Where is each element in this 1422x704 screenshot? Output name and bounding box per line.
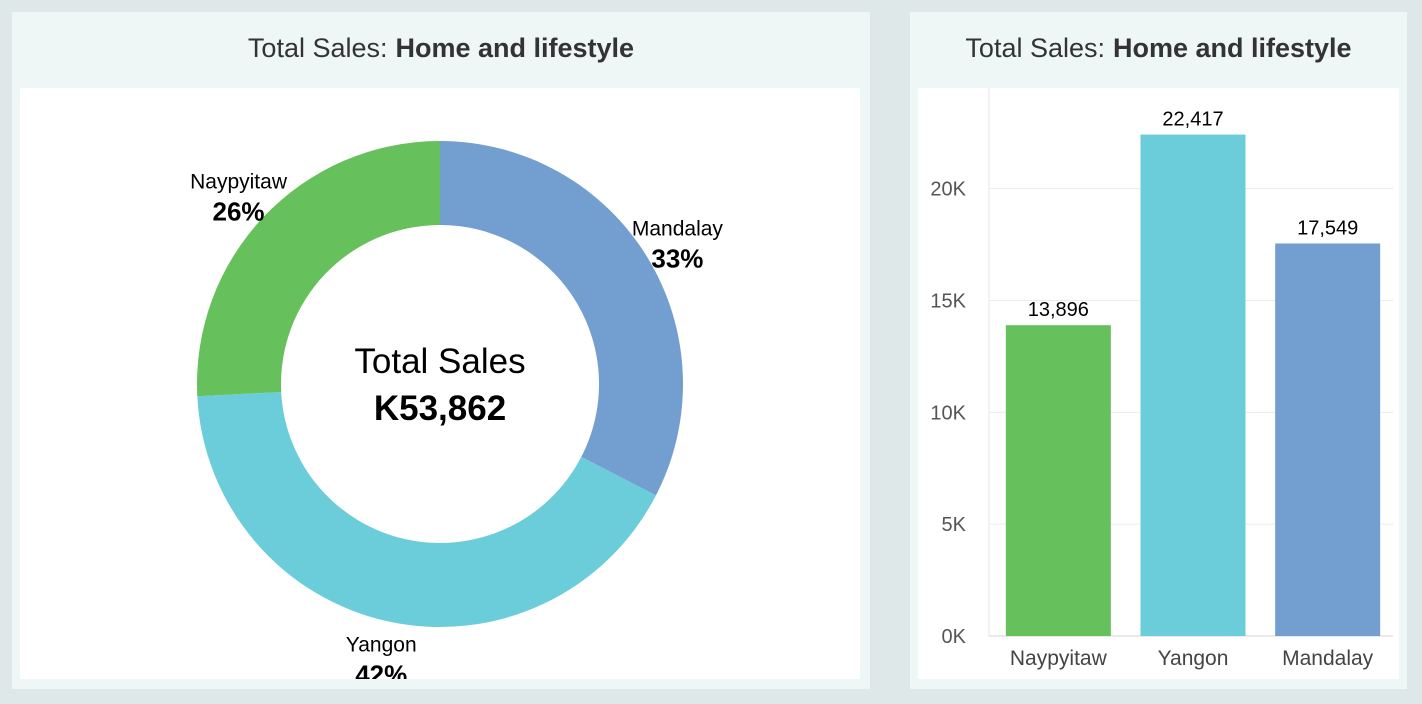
donut-title-category: Home and lifestyle bbox=[395, 32, 635, 63]
y-tick-label: 0K bbox=[942, 626, 967, 648]
bar-mandalay[interactable] bbox=[1275, 243, 1381, 636]
bar-chart-panel: Total Sales: Home and lifestyle 0K 5K 10K 1… bbox=[910, 12, 1407, 689]
x-tick-label: Mandalay bbox=[1282, 647, 1374, 670]
donut-label-mandalay: Mandalay bbox=[632, 217, 724, 240]
donut-label-yangon: Yangon bbox=[346, 634, 417, 657]
donut-center-label: Total Sales bbox=[354, 342, 525, 381]
donut-center-value: K53,862 bbox=[374, 389, 506, 428]
bar-chart-area: 0K 5K 10K 15K 20K 13,896 22,417 17,549 Naypyit… bbox=[918, 88, 1399, 679]
x-tick-label: Naypyitaw bbox=[1010, 647, 1108, 670]
bar-chart-title: Total Sales: Home and lifestyle bbox=[910, 12, 1407, 84]
bar-title-prefix: Total Sales: bbox=[965, 32, 1105, 63]
donut-percent-mandalay: 33% bbox=[651, 243, 703, 273]
donut-title-prefix: Total Sales: bbox=[247, 32, 388, 63]
bar-value-label: 17,549 bbox=[1297, 217, 1358, 239]
donut-chart-panel: Total Sales: Home and lifestyle Mandalay… bbox=[12, 12, 870, 689]
y-tick-label: 15K bbox=[930, 290, 966, 312]
donut-chart-title: Total Sales: Home and lifestyle bbox=[12, 12, 870, 84]
y-tick-label: 10K bbox=[930, 402, 966, 424]
donut-chart: Mandalay 33% Yangon 42% Naypyitaw 26% Total S… bbox=[190, 141, 724, 679]
donut-percent-naypyitaw: 26% bbox=[213, 196, 265, 226]
x-tick-label: Yangon bbox=[1158, 647, 1229, 670]
y-tick-label: 20K bbox=[930, 179, 966, 201]
donut-slice-mandalay[interactable] bbox=[440, 141, 683, 496]
bar-value-label: 13,896 bbox=[1028, 299, 1089, 321]
donut-chart-area: Mandalay 33% Yangon 42% Naypyitaw 26% Total S… bbox=[20, 88, 860, 679]
donut-label-naypyitaw: Naypyitaw bbox=[190, 170, 288, 193]
bar-yangon[interactable] bbox=[1140, 134, 1246, 636]
bar-naypyitaw[interactable] bbox=[1005, 325, 1111, 636]
bar-chart: 0K 5K 10K 15K 20K 13,896 22,417 17,549 Naypyit… bbox=[930, 88, 1393, 670]
donut-percent-yangon: 42% bbox=[355, 660, 407, 679]
bar-title-category: Home and lifestyle bbox=[1113, 32, 1352, 63]
y-tick-label: 5K bbox=[942, 514, 967, 536]
bar-value-label: 22,417 bbox=[1162, 109, 1223, 131]
